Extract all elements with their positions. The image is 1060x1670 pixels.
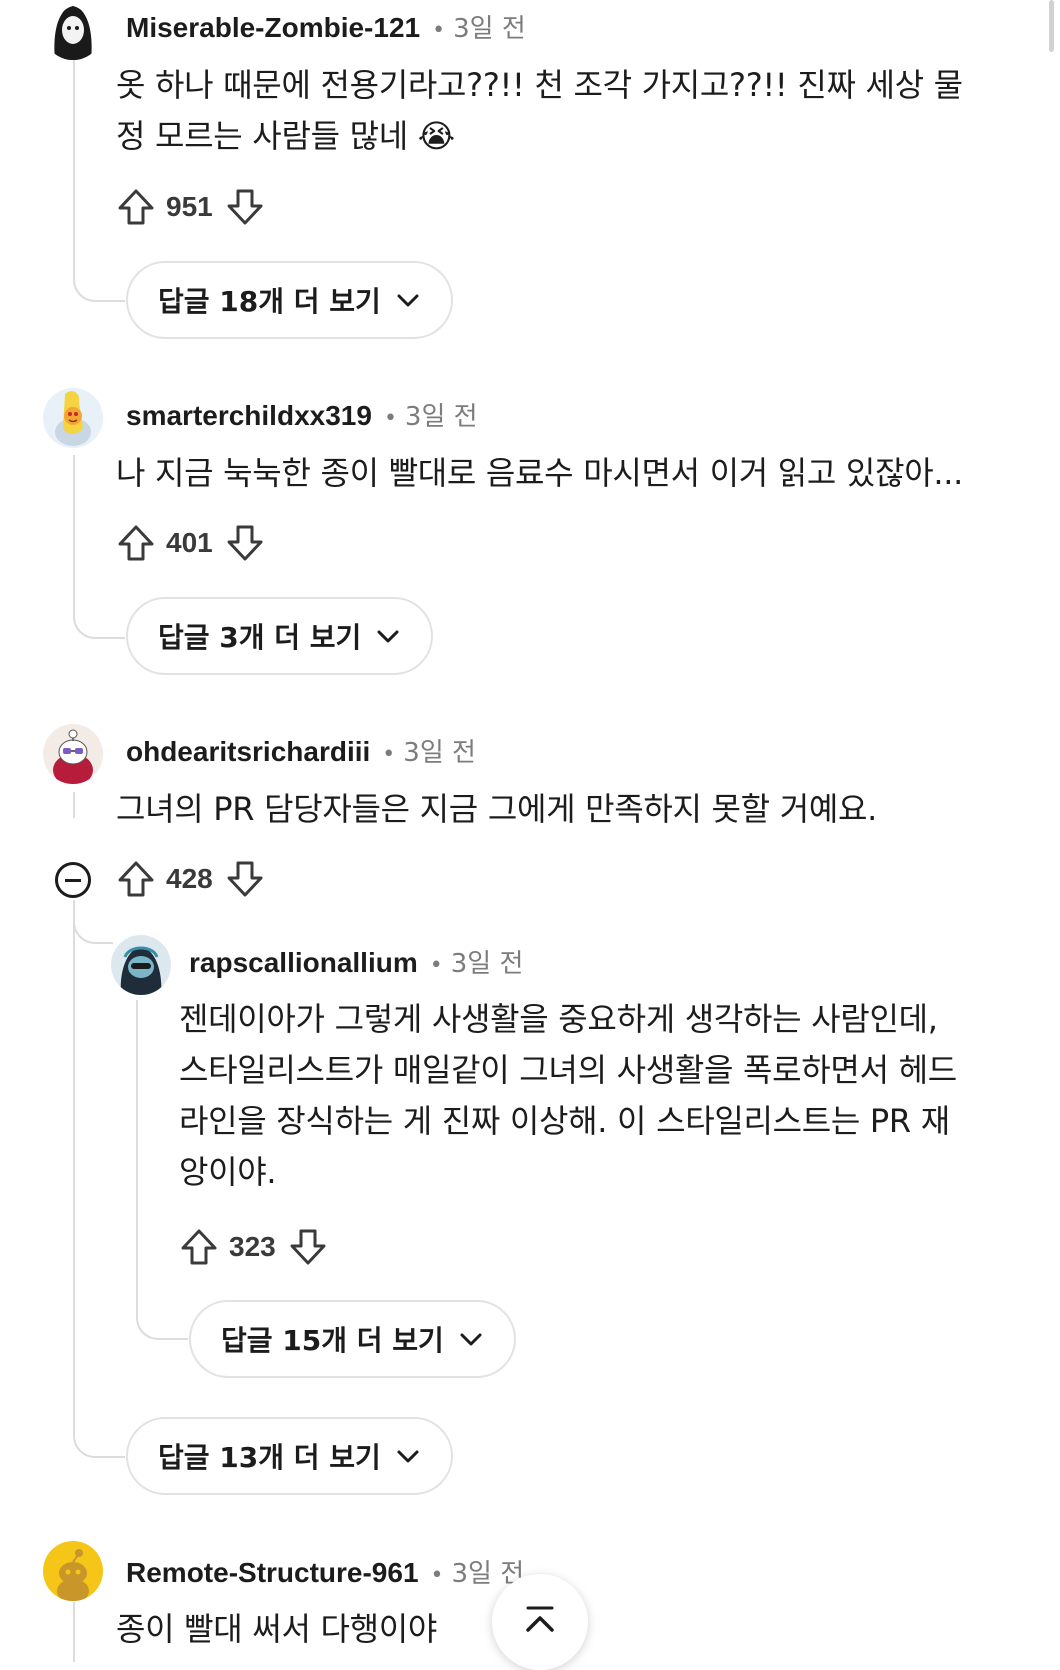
comment-body-line: 나 지금 눅눅한 종이 빨대로 음료수 마시면서 이거 읽고 있잖아...	[116, 454, 963, 492]
comment-body-line: 라인을 장식하는 게 진짜 이상해. 이 스타일리스트는 PR 재	[179, 1102, 950, 1140]
separator-dot: •	[383, 406, 397, 431]
more-replies-label: 답글 18개 더 보기	[158, 285, 381, 318]
comment-body: 나 지금 눅눅한 종이 빨대로 음료수 마시면서 이거 읽고 있잖아...	[116, 448, 963, 499]
comment-header: ohdearitsrichardiii • 3일 전	[126, 732, 476, 769]
chevron-down-icon	[377, 630, 399, 643]
thread-elbow	[73, 240, 125, 302]
back-to-top-button[interactable]	[492, 1574, 588, 1670]
comment-body-line: 옷 하나 때문에 전용기라고??!! 천 조각 가지고??!! 진짜 세상 물	[116, 66, 963, 104]
comment-body-line: 앙이야.	[179, 1153, 277, 1191]
avatar[interactable]	[111, 935, 171, 995]
chevron-down-icon	[397, 294, 419, 307]
avatar-snoo-glasses-icon	[53, 729, 93, 784]
username[interactable]: smarterchildxx319	[126, 400, 372, 432]
thread-elbow-reply	[73, 900, 113, 944]
arrow-down-outline-icon[interactable]	[225, 859, 265, 899]
timestamp: 3일 전	[453, 14, 526, 44]
comment-header: smarterchildxx319 • 3일 전	[126, 396, 478, 433]
more-replies-button[interactable]: 답글 18개 더 보기	[126, 261, 453, 339]
avatar[interactable]	[43, 1541, 103, 1601]
score: 951	[166, 191, 213, 222]
arrow-up-outline-icon[interactable]	[179, 1227, 219, 1267]
arrow-up-outline-icon[interactable]	[116, 859, 156, 899]
vote-controls: 951	[116, 185, 265, 229]
username[interactable]: Remote-Structure-961	[126, 1557, 419, 1589]
timestamp: 3일 전	[403, 738, 476, 768]
comment-body-line: 젠데이아가 그렇게 사생활을 중요하게 생각하는 사람인데,	[179, 1000, 938, 1038]
comment-body: 옷 하나 때문에 전용기라고??!! 천 조각 가지고??!! 진짜 세상 물 …	[116, 60, 963, 162]
avatar-snoo-default-icon	[57, 1549, 89, 1601]
comment-body: 그녀의 PR 담당자들은 지금 그에게 만족하지 못할 거예요.	[116, 784, 877, 835]
avatar[interactable]	[43, 388, 103, 448]
thread-line	[73, 792, 75, 818]
avatar[interactable]	[43, 0, 103, 60]
thread-line	[73, 900, 75, 1350]
comment-body-line: 정 모르는 사람들 많네 😭	[116, 117, 455, 155]
avatar-snoo-banana-icon	[55, 391, 91, 446]
thread-line	[73, 1602, 75, 1662]
comment-body-line: 스타일리스트가 매일같이 그녀의 사생활을 폭로하면서 헤드	[179, 1051, 957, 1089]
reply-body: 젠데이아가 그렇게 사생활을 중요하게 생각하는 사람인데, 스타일리스트가 매…	[179, 994, 957, 1198]
arrow-up-outline-icon[interactable]	[116, 187, 156, 227]
avatar[interactable]	[43, 724, 103, 784]
timestamp: 3일 전	[450, 949, 524, 979]
scrollbar-thumb[interactable]	[1049, 0, 1054, 52]
more-replies-button[interactable]: 답글 15개 더 보기	[189, 1300, 516, 1378]
more-replies-label: 답글 15개 더 보기	[221, 1324, 444, 1357]
avatar-girl-icon	[54, 6, 92, 60]
vote-controls: 323	[179, 1225, 328, 1269]
more-replies-button[interactable]: 답글 3개 더 보기	[126, 597, 434, 675]
username[interactable]: rapscallionallium	[189, 947, 418, 979]
timestamp: 3일 전	[404, 402, 478, 432]
thread-elbow	[73, 567, 125, 639]
score: 428	[166, 863, 213, 894]
username[interactable]: Miserable-Zombie-121	[126, 12, 420, 44]
thread-line	[136, 1000, 138, 1222]
separator-dot: •	[432, 18, 446, 43]
separator-dot: •	[429, 953, 443, 978]
more-replies-button[interactable]: 답글 13개 더 보기	[126, 1417, 453, 1495]
arrow-down-outline-icon[interactable]	[225, 523, 265, 563]
avatar-snoo-hood-icon	[120, 946, 162, 995]
comment-body-line: 그녀의 PR 담당자들은 지금 그에게 만족하지 못할 거예요.	[116, 790, 877, 828]
arrow-up-outline-icon[interactable]	[116, 523, 156, 563]
separator-dot: •	[430, 1563, 444, 1588]
comment-header: Remote-Structure-961 • 3일 전	[126, 1553, 524, 1590]
collapse-thread-button[interactable]	[55, 862, 91, 898]
arrow-down-outline-icon[interactable]	[288, 1227, 328, 1267]
reply-header: rapscallionallium • 3일 전	[189, 943, 523, 980]
more-replies-label: 답글 3개 더 보기	[158, 621, 362, 654]
more-replies-label: 답글 13개 더 보기	[158, 1441, 381, 1474]
chevron-down-icon	[397, 1450, 419, 1463]
username[interactable]: ohdearitsrichardiii	[126, 736, 370, 768]
chevron-up-icon	[526, 1606, 554, 1632]
comment-body-line: 종이 빨대 써서 다행이야	[116, 1610, 438, 1648]
score: 323	[229, 1231, 276, 1262]
thread-line	[73, 60, 75, 240]
vote-controls: 401	[116, 521, 265, 565]
chevron-down-icon	[460, 1333, 482, 1346]
separator-dot: •	[382, 742, 396, 767]
thread-line	[73, 455, 75, 567]
thread-elbow	[73, 1350, 125, 1458]
arrow-down-outline-icon[interactable]	[225, 187, 265, 227]
comment-header: Miserable-Zombie-121 • 3일 전	[126, 8, 526, 45]
comment-body: 종이 빨대 써서 다행이야	[116, 1604, 437, 1655]
score: 401	[166, 527, 213, 558]
vote-controls: 428	[116, 857, 265, 901]
